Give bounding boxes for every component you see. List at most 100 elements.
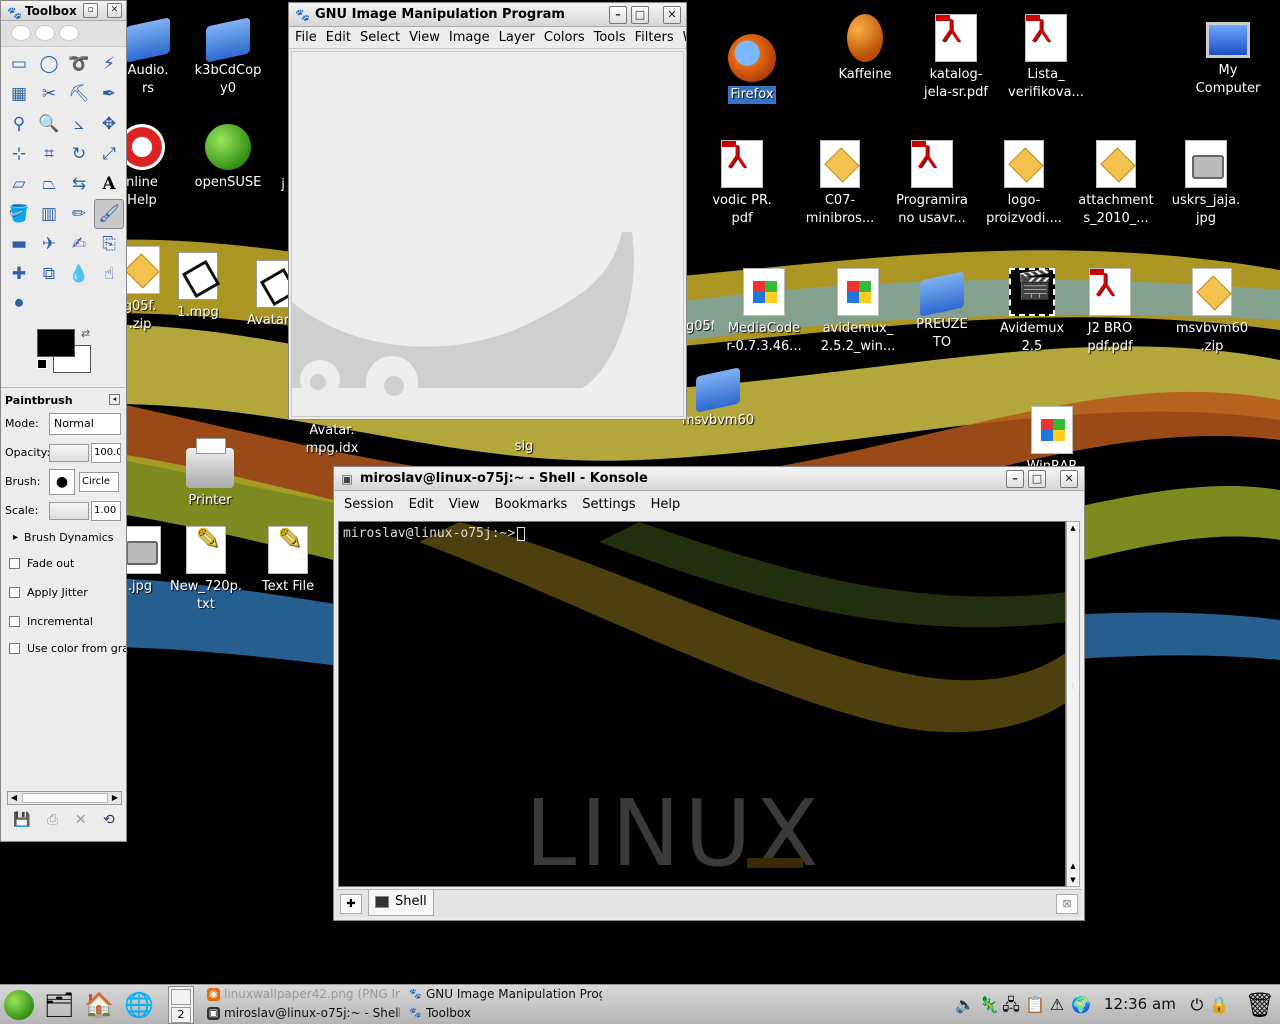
gimp-maximize-button[interactable]: □	[631, 6, 649, 24]
trash-icon[interactable]: 🗑	[1244, 993, 1276, 1017]
heal-tool-icon[interactable]: ✚	[4, 259, 34, 289]
shear-tool-icon[interactable]: ▱	[4, 169, 34, 199]
scroll-left-icon[interactable]: ◀	[8, 792, 20, 804]
gimp-minimize-button[interactable]: –	[609, 6, 627, 24]
desktop-icon-katalog[interactable]: katalog- jela-sr.pdf	[908, 14, 1004, 102]
desktop-icon-avatar-mpg[interactable]: Avatar. mpg.idx	[284, 422, 380, 458]
menu-windows[interactable]: Wi	[683, 30, 686, 45]
desktop-icon-uskrs[interactable]: uskrs_jaja. jpg	[1158, 140, 1254, 228]
brush-preview-button[interactable]: ●	[49, 468, 75, 495]
menu-file[interactable]: File	[295, 30, 317, 45]
menu-view[interactable]: View	[409, 30, 440, 45]
scroll-up-icon[interactable]: ▲	[1067, 522, 1079, 534]
blur-tool-icon[interactable]: 💧	[64, 259, 94, 289]
show-desktop-button[interactable]: 🗂	[42, 988, 76, 1022]
apply-jitter-checkbox[interactable]: Apply Jitter	[1, 578, 126, 607]
move-tool-icon[interactable]: ✥	[94, 109, 124, 139]
scroll-grip-icon[interactable]: ⋮	[1067, 680, 1079, 692]
desktop-icon-c07[interactable]: C07- minibros...	[792, 140, 888, 228]
checkbox-box[interactable]	[9, 558, 20, 569]
desktop-icon-kaffeine[interactable]: Kaffeine	[817, 14, 913, 84]
desktop-icon-opensuse[interactable]: openSUSE	[180, 124, 276, 192]
toolbox-titlebar[interactable]: 🐾 Toolbox ▫ ✕	[1, 1, 126, 21]
text-tool-icon[interactable]: A	[94, 169, 124, 199]
konsole-maximize-button[interactable]: □	[1028, 470, 1046, 488]
crop-tool-icon[interactable]: ⌗	[34, 139, 64, 169]
desktop-pager[interactable]: 2	[168, 986, 194, 1024]
close-tab-icon[interactable]: ⊠	[1056, 894, 1078, 914]
konsole-close-button[interactable]: ✕	[1060, 470, 1078, 488]
volume-icon[interactable]: 🔈	[954, 994, 976, 1016]
task-wallpaper-viewer[interactable]: ◉ linuxwallpaper42.png (PNG In	[204, 985, 400, 1004]
scale-tool-icon[interactable]: ⤢	[94, 139, 124, 169]
menu-edit[interactable]: Edit	[409, 497, 434, 512]
fuzzy-select-tool-icon[interactable]: ⚡	[94, 49, 124, 79]
pager-desktop-1[interactable]	[171, 989, 191, 1005]
color-select-tool-icon[interactable]: ▦	[4, 79, 34, 109]
terminal-area[interactable]: miroslav@linux-o75j:~> LINUX	[338, 521, 1066, 887]
menu-session[interactable]: Session	[344, 497, 394, 512]
desktop-icon-sig[interactable]: sig	[476, 420, 572, 456]
network-icon[interactable]: 🖧	[1000, 994, 1022, 1016]
update-applet-icon[interactable]: 🦎	[978, 994, 1000, 1016]
knetworkmanager-icon[interactable]: 🌍	[1070, 994, 1092, 1016]
swap-colors-icon[interactable]: ⇄	[81, 327, 90, 340]
paintbrush-tool-icon[interactable]: 🖌	[94, 199, 124, 229]
restore-options-icon[interactable]: ⎙	[47, 812, 58, 828]
checkbox-box[interactable]	[9, 587, 20, 598]
blend-tool-icon[interactable]: ▥	[34, 199, 64, 229]
flip-tool-icon[interactable]: ⇆	[64, 169, 94, 199]
reset-options-icon[interactable]: ⟲	[103, 812, 115, 828]
konqueror-button[interactable]: 🌐	[122, 988, 156, 1022]
pencil-tool-icon[interactable]: ✏	[64, 199, 94, 229]
desktop-icon-j2bro[interactable]: J2 BRO pdf.pdf	[1062, 268, 1158, 356]
free-select-tool-icon[interactable]: ➰	[64, 49, 94, 79]
dodge-burn-tool-icon[interactable]: ⚫	[4, 289, 34, 319]
konsole-minimize-button[interactable]: –	[1006, 470, 1024, 488]
desktop-icon-msvbvm60-zip[interactable]: msvbvm60 .zip	[1164, 268, 1260, 356]
task-gimp[interactable]: 🐾 GNU Image Manipulation Prog	[406, 985, 602, 1004]
use-color-from-gradient-checkbox[interactable]: Use color from grad	[1, 636, 126, 661]
menu-colors[interactable]: Colors	[544, 30, 585, 45]
terminal-scrollbar[interactable]: ▲ ⋮ ▲ ▼	[1066, 521, 1080, 887]
konsole-titlebar[interactable]: ▣ miroslav@linux-o75j:~ - Shell - Konsol…	[334, 467, 1084, 491]
mode-select[interactable]: Normal	[49, 412, 121, 435]
desktop-icon-programira[interactable]: Programira no usavr...	[884, 140, 980, 228]
desktop-icon-text-file[interactable]: Text File	[240, 526, 336, 596]
opacity-input[interactable]: 100.0	[91, 442, 121, 463]
incremental-checkbox[interactable]: Incremental	[1, 607, 126, 636]
fade-out-checkbox[interactable]: Fade out	[1, 549, 126, 578]
clone-tool-icon[interactable]: ⎘	[94, 229, 124, 259]
bucket-fill-tool-icon[interactable]: 🪣	[4, 199, 34, 229]
new-tab-icon[interactable]: ✚	[340, 894, 362, 914]
perspective-clone-tool-icon[interactable]: ⧉	[34, 259, 64, 289]
airbrush-tool-icon[interactable]: ✈	[34, 229, 64, 259]
rotate-tool-icon[interactable]: ↻	[64, 139, 94, 169]
gimp-toolbox-window[interactable]: 🐾 Toolbox ▫ ✕ ▭ ◯ ➰ ⚡ ▦ ✂ ⛏ ✒ ⚲ 🔍 ⦣ ✥ ⊹ …	[0, 0, 127, 842]
smudge-tool-icon[interactable]: ☝	[94, 259, 124, 289]
menu-filters[interactable]: Filters	[635, 30, 674, 45]
color-picker-tool-icon[interactable]: ⚲	[4, 109, 34, 139]
clock[interactable]: 12:36 am	[1104, 995, 1176, 1013]
tool-options-menu-icon[interactable]: ◂	[109, 394, 120, 405]
foreground-select-tool-icon[interactable]: ⛏	[64, 79, 94, 109]
desktop-icon-k3bcdcopy[interactable]: k3bCdCop y0	[180, 14, 276, 98]
desktop-icon-avidemux-win[interactable]: avidemux_ 2.5.2_win...	[810, 268, 906, 356]
perspective-tool-icon[interactable]: ⏢	[34, 169, 64, 199]
warning-icon[interactable]: ⚠	[1046, 994, 1068, 1016]
align-tool-icon[interactable]: ⊹	[4, 139, 34, 169]
foreground-color-swatch[interactable]	[37, 329, 75, 357]
eraser-tool-icon[interactable]: ▬	[4, 229, 34, 259]
gimp-titlebar[interactable]: 🐾 GNU Image Manipulation Program – □ ✕	[289, 3, 686, 27]
menu-image[interactable]: Image	[449, 30, 490, 45]
gimp-image-window[interactable]: 🐾 GNU Image Manipulation Program – □ ✕ F…	[288, 2, 687, 420]
task-toolbox[interactable]: 🐾 Toolbox	[406, 1004, 602, 1023]
pager-desktop-2[interactable]: 2	[171, 1007, 191, 1023]
wilber-drop-area[interactable]	[1, 21, 126, 47]
desktop-icon-preuzeto[interactable]: PREUZE TO	[894, 268, 990, 352]
paths-tool-icon[interactable]: ✒	[94, 79, 124, 109]
lock-screen-icon[interactable]: 🔒	[1208, 994, 1230, 1016]
opacity-slider[interactable]	[49, 443, 89, 462]
menu-select[interactable]: Select	[360, 30, 400, 45]
scroll-up-icon[interactable]: ▲	[1067, 860, 1079, 872]
